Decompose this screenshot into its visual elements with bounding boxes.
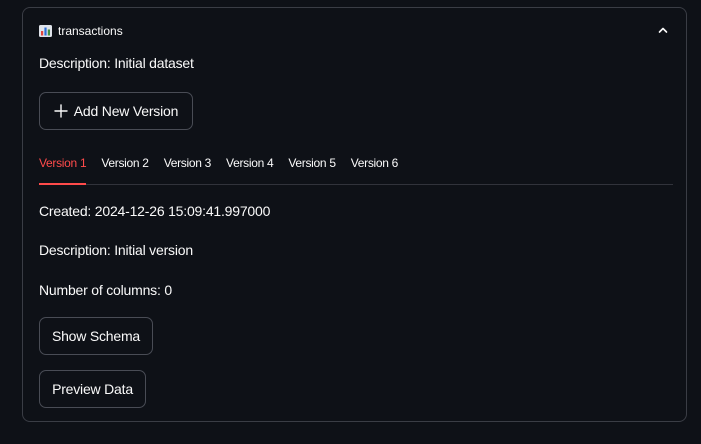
plus-icon [54, 104, 68, 118]
add-new-version-button[interactable]: Add New Version [39, 92, 193, 130]
bar-chart-icon [39, 25, 52, 37]
preview-data-button[interactable]: Preview Data [39, 370, 146, 408]
tab-version-2[interactable]: Version 2 [101, 156, 149, 184]
tab-version-3[interactable]: Version 3 [164, 156, 212, 184]
version-num-columns: Number of columns: 0 [39, 282, 172, 298]
version-description: Description: Initial version [39, 242, 193, 258]
show-schema-button[interactable]: Show Schema [39, 317, 153, 355]
add-new-version-label: Add New Version [73, 103, 179, 119]
tab-version-4[interactable]: Version 4 [226, 156, 274, 184]
version-created: Created: 2024-12-26 15:09:41.997000 [39, 203, 271, 219]
version-tabs: Version 1 Version 2 Version 3 Version 4 … [39, 156, 673, 185]
dataset-expander: transactions Description: Initial datase… [22, 7, 687, 422]
chevron-up-icon[interactable] [656, 23, 670, 37]
tab-version-1[interactable]: Version 1 [39, 156, 87, 185]
expander-title: transactions [58, 24, 123, 38]
tab-version-6[interactable]: Version 6 [351, 156, 399, 184]
expander-header[interactable]: transactions [39, 22, 670, 40]
dataset-description: Description: Initial dataset [39, 55, 194, 71]
tab-version-5[interactable]: Version 5 [288, 156, 336, 184]
